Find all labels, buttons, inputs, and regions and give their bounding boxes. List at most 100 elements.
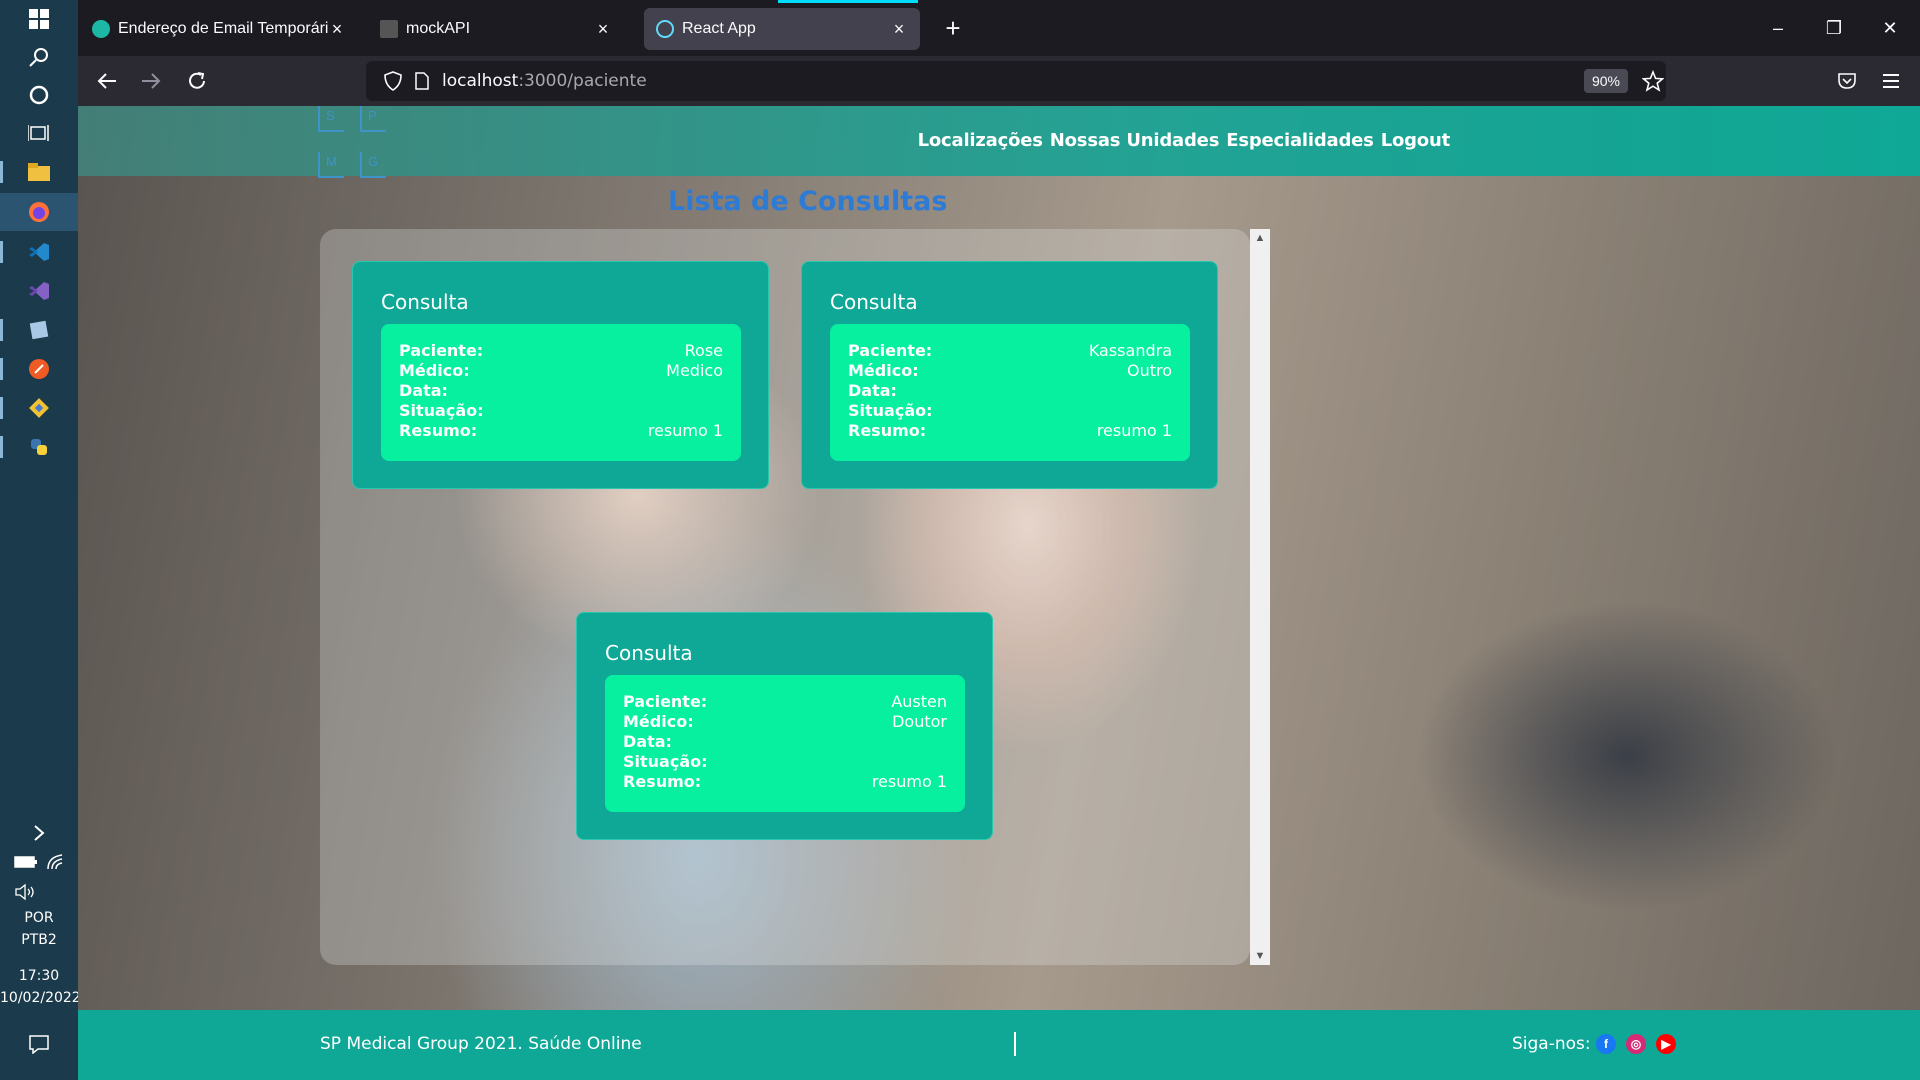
forward-button[interactable] bbox=[134, 64, 168, 98]
close-window-button[interactable]: ✕ bbox=[1870, 10, 1910, 46]
label-data: Data: bbox=[399, 381, 448, 400]
vscode-icon[interactable] bbox=[0, 233, 78, 271]
close-tab-icon[interactable]: × bbox=[594, 19, 612, 40]
tab-title: Endereço de Email Temporário bbox=[118, 20, 328, 37]
label-situacao: Situação: bbox=[848, 401, 933, 420]
nav-link-especialidades[interactable]: Especialidades bbox=[1226, 130, 1374, 151]
volume-icon[interactable] bbox=[14, 883, 38, 906]
postman-icon[interactable] bbox=[0, 350, 78, 388]
tab-title: mockAPI bbox=[406, 20, 471, 37]
input-language[interactable]: POR bbox=[0, 910, 78, 926]
close-tab-icon[interactable]: × bbox=[890, 19, 908, 40]
nav-link-logout[interactable]: Logout bbox=[1381, 130, 1451, 151]
label-resumo: Resumo: bbox=[848, 421, 927, 440]
battery-icon[interactable] bbox=[14, 855, 38, 874]
reload-icon bbox=[189, 72, 205, 89]
site-header: S P M G Localizações Nossas Unidades Esp… bbox=[78, 106, 1920, 178]
visual-studio-icon[interactable] bbox=[0, 272, 78, 310]
page-title: Lista de Consultas bbox=[668, 186, 948, 217]
react-favicon-icon bbox=[656, 20, 674, 38]
shield-icon[interactable] bbox=[384, 71, 402, 91]
windows-start-icon[interactable] bbox=[0, 0, 78, 38]
minimize-button[interactable]: – bbox=[1758, 10, 1798, 46]
label-situacao: Situação: bbox=[399, 401, 484, 420]
label-data: Data: bbox=[848, 381, 897, 400]
zoom-badge[interactable]: 90% bbox=[1584, 69, 1628, 93]
page-icon bbox=[415, 72, 429, 90]
label-paciente: Paciente: bbox=[399, 341, 484, 360]
search-icon[interactable] bbox=[0, 38, 78, 76]
back-arrow-icon bbox=[97, 73, 116, 89]
mockapi-favicon-icon bbox=[380, 20, 398, 38]
instagram-icon[interactable]: ◎ bbox=[1626, 1034, 1646, 1054]
tab-react-app[interactable]: React App × bbox=[644, 8, 920, 50]
file-explorer-icon[interactable] bbox=[0, 153, 78, 191]
nav-link-localizacoes[interactable]: Localizações bbox=[918, 130, 1043, 151]
value-paciente: Austen bbox=[891, 692, 947, 711]
youtube-icon[interactable]: ▶ bbox=[1656, 1034, 1676, 1054]
footer-copyright: SP Medical Group 2021. Saúde Online bbox=[320, 1034, 642, 1054]
card-title: Consulta bbox=[830, 290, 918, 314]
wifi-icon[interactable] bbox=[46, 853, 66, 876]
value-resumo: resumo 1 bbox=[647, 421, 723, 440]
card-details: Paciente: Austen Médico: Doutor Data: Situ… bbox=[605, 675, 965, 812]
label-resumo: Resumo: bbox=[623, 772, 702, 791]
python-icon[interactable] bbox=[0, 428, 78, 466]
cortana-icon[interactable] bbox=[0, 76, 78, 114]
page-viewport: S P M G Localizações Nossas Unidades Esp… bbox=[78, 106, 1920, 1080]
notifications-icon[interactable] bbox=[0, 1025, 78, 1063]
windows-taskbar: POR PTB2 17:30 10/02/2022 bbox=[0, 0, 81, 1080]
restore-button[interactable]: ❐ bbox=[1814, 10, 1854, 46]
active-tab-indicator bbox=[778, 0, 918, 3]
chevron-right-icon[interactable] bbox=[0, 814, 78, 852]
url-bar[interactable]: localhost:3000/paciente 90% bbox=[366, 61, 1666, 101]
label-resumo: Resumo: bbox=[399, 421, 478, 440]
logo-letter: M bbox=[318, 152, 344, 178]
reload-button[interactable] bbox=[180, 64, 214, 98]
sp-medical-logo[interactable]: S P M G bbox=[318, 106, 398, 178]
git-icon[interactable] bbox=[0, 389, 78, 427]
facebook-icon[interactable]: f bbox=[1596, 1034, 1616, 1054]
value-resumo: resumo 1 bbox=[871, 772, 947, 791]
consulta-card: Consulta Paciente: Rose Médico: Medico Dat… bbox=[352, 261, 769, 489]
input-layout[interactable]: PTB2 bbox=[0, 932, 78, 948]
nav-link-unidades[interactable]: Nossas Unidades bbox=[1050, 130, 1220, 151]
card-title: Consulta bbox=[605, 641, 693, 665]
label-medico: Médico: bbox=[848, 361, 919, 380]
browser-nav-bar: localhost:3000/paciente 90% bbox=[78, 56, 1920, 106]
label-medico: Médico: bbox=[623, 712, 694, 731]
tab-mockapi[interactable]: mockAPI × bbox=[368, 8, 624, 50]
forward-arrow-icon bbox=[142, 73, 161, 89]
back-button[interactable] bbox=[90, 64, 124, 98]
scroll-down-icon[interactable]: ▼ bbox=[1250, 947, 1270, 965]
browser-tab-bar: Endereço de Email Temporário × mockAPI ×… bbox=[78, 0, 1920, 56]
label-medico: Médico: bbox=[399, 361, 470, 380]
site-footer: SP Medical Group 2021. Saúde Online Siga… bbox=[78, 1010, 1920, 1080]
url-text[interactable]: localhost:3000/paciente bbox=[442, 71, 647, 91]
new-tab-button[interactable]: + bbox=[936, 12, 970, 46]
pocket-button[interactable] bbox=[1830, 64, 1864, 98]
menu-button[interactable] bbox=[1874, 64, 1908, 98]
consulta-card: Consulta Paciente: Austen Médico: Doutor D… bbox=[576, 612, 993, 840]
hamburger-menu-icon bbox=[1883, 74, 1899, 88]
label-paciente: Paciente: bbox=[848, 341, 933, 360]
clock-date[interactable]: 10/02/2022 bbox=[0, 990, 81, 1006]
close-tab-icon[interactable]: × bbox=[328, 19, 346, 40]
card-title: Consulta bbox=[381, 290, 469, 314]
app-icon[interactable] bbox=[0, 311, 78, 349]
site-nav: Localizações Nossas Unidades Especialida… bbox=[918, 130, 1451, 151]
pocket-icon bbox=[1838, 73, 1856, 89]
task-view-icon[interactable] bbox=[0, 114, 78, 152]
logo-letter: G bbox=[360, 152, 386, 178]
value-paciente: Rose bbox=[684, 341, 723, 360]
card-details: Paciente: Kassandra Médico: Outro Data: Si… bbox=[830, 324, 1190, 461]
firefox-icon[interactable] bbox=[0, 193, 78, 231]
scroll-up-icon[interactable]: ▲ bbox=[1250, 229, 1270, 247]
bookmark-star-icon[interactable] bbox=[1642, 70, 1664, 92]
clock-time[interactable]: 17:30 bbox=[0, 968, 78, 984]
logo-letter: P bbox=[360, 106, 386, 132]
tab-temp-email[interactable]: Endereço de Email Temporário × bbox=[80, 8, 358, 50]
label-situacao: Situação: bbox=[623, 752, 708, 771]
panel-scrollbar[interactable]: ▲ ▼ bbox=[1250, 229, 1270, 965]
value-medico: Doutor bbox=[892, 712, 947, 731]
